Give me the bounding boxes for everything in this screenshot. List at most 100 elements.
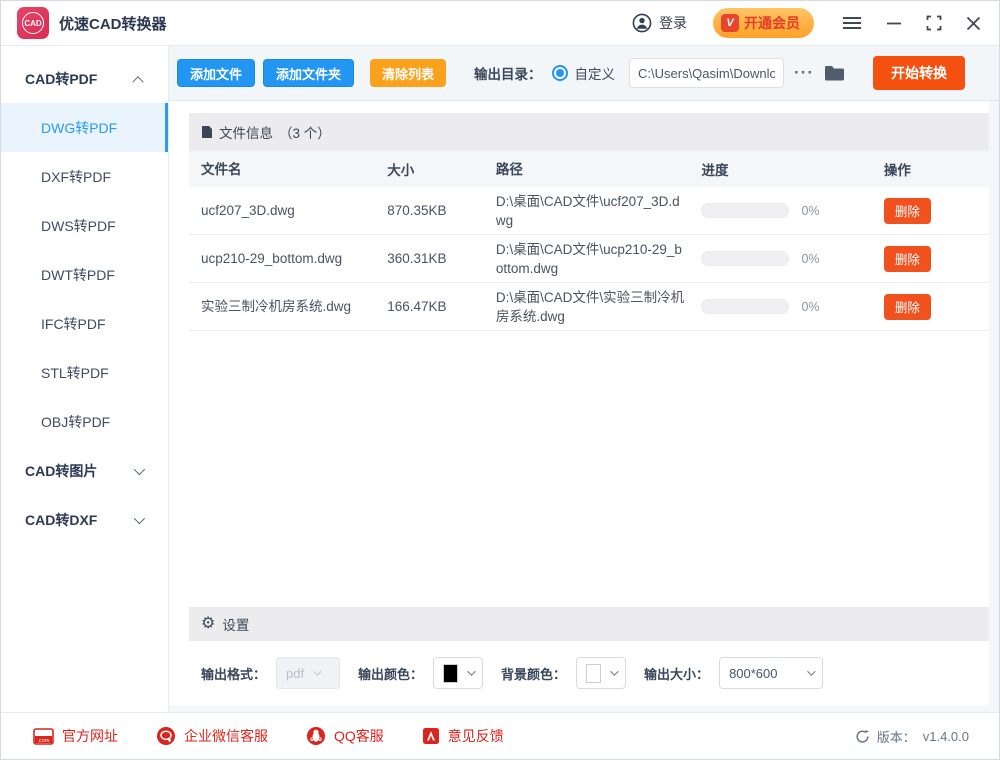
col-filename: 文件名: [201, 160, 387, 179]
chevron-down-icon: [313, 667, 321, 675]
feedback-icon: [422, 727, 440, 745]
menu-icon[interactable]: [842, 15, 862, 31]
output-color-select[interactable]: [433, 657, 483, 689]
table-header: 文件名 大小 路径 进度 操作: [189, 151, 989, 187]
group-label: CAD转DXF: [25, 510, 97, 530]
minimize-icon[interactable]: [886, 15, 902, 31]
clear-list-button[interactable]: 清除列表: [370, 59, 446, 87]
progress-value: 0%: [801, 300, 819, 314]
browse-more-button[interactable]: ···: [792, 63, 816, 83]
website-icon: .com: [33, 728, 54, 745]
sidebar-item-stl-to-pdf[interactable]: STL转PDF: [1, 348, 168, 397]
output-format-select[interactable]: pdf: [276, 657, 340, 689]
add-file-button[interactable]: 添加文件: [177, 59, 255, 87]
wechat-icon: [156, 726, 176, 746]
group-label: CAD转图片: [25, 461, 97, 481]
bg-color-label: 背景颜色：: [501, 664, 566, 683]
open-folder-icon[interactable]: [824, 65, 845, 82]
vip-icon: V: [721, 14, 739, 32]
gear-icon: ⚙: [201, 616, 215, 632]
qq-icon: [306, 726, 326, 746]
settings-row: 输出格式： pdf 输出颜色： 背景颜色：: [189, 641, 989, 705]
sidebar-item-dws-to-pdf[interactable]: DWS转PDF: [1, 201, 168, 250]
app-title: 优速CAD转换器: [59, 13, 167, 34]
user-icon: [632, 13, 652, 33]
file-size: 870.35KB: [387, 203, 496, 218]
add-folder-button[interactable]: 添加文件夹: [263, 59, 354, 87]
file-count: （3 个）: [279, 122, 331, 142]
qq-support-link[interactable]: QQ客服: [306, 726, 384, 746]
bg-color-select[interactable]: [576, 657, 626, 689]
sidebar-item-obj-to-pdf[interactable]: OBJ转PDF: [1, 397, 168, 446]
sidebar-item-label: STL转PDF: [41, 363, 109, 383]
sidebar-item-dxf-to-pdf[interactable]: DXF转PDF: [1, 152, 168, 201]
chevron-down-icon: [134, 463, 145, 474]
sidebar-group-cad-to-image[interactable]: CAD转图片: [1, 446, 168, 495]
table-row: ucp210-29_bottom.dwg 360.31KB D:\桌面\CAD文…: [189, 235, 989, 283]
open-vip-button[interactable]: V 开通会员: [713, 8, 814, 38]
sidebar-group-cad-to-dxf[interactable]: CAD转DXF: [1, 495, 168, 544]
file-path: D:\桌面\CAD文件\实验三制冷机房系统.dwg: [496, 288, 702, 326]
output-size-select[interactable]: 800*600: [719, 657, 823, 689]
delete-button[interactable]: 删除: [884, 198, 931, 224]
custom-dir-label: 自定义: [575, 63, 616, 83]
refresh-icon[interactable]: [855, 729, 870, 744]
document-icon: [201, 125, 213, 139]
file-info-header: 文件信息 （3 个）: [189, 113, 989, 151]
sidebar-group-cad-to-pdf[interactable]: CAD转PDF: [1, 54, 168, 103]
sidebar-item-ifc-to-pdf[interactable]: IFC转PDF: [1, 299, 168, 348]
output-dir-label: 输出目录：: [474, 63, 542, 83]
progress-bar: [701, 299, 789, 314]
sidebar-item-label: IFC转PDF: [41, 314, 106, 334]
table-row: 实验三制冷机房系统.dwg 166.47KB D:\桌面\CAD文件\实验三制冷…: [189, 283, 989, 331]
progress-value: 0%: [801, 204, 819, 218]
output-size-value: 800*600: [729, 666, 777, 681]
sidebar-item-dwt-to-pdf[interactable]: DWT转PDF: [1, 250, 168, 299]
titlebar: CAD 优速CAD转换器 登录 V 开通会员: [1, 1, 999, 46]
col-action: 操作: [884, 159, 977, 179]
chevron-down-icon: [467, 667, 475, 675]
feedback-link[interactable]: 意见反馈: [422, 726, 504, 746]
app-logo-icon: CAD: [17, 7, 49, 39]
delete-button[interactable]: 删除: [884, 246, 931, 272]
wechat-support-link[interactable]: 企业微信客服: [156, 726, 268, 746]
settings-title: 设置: [222, 614, 249, 634]
progress-bar: [701, 251, 789, 266]
color-swatch: [443, 664, 458, 683]
maximize-icon[interactable]: [926, 15, 942, 31]
file-name: ucp210-29_bottom.dwg: [201, 249, 387, 268]
sidebar-item-dwg-to-pdf[interactable]: DWG转PDF: [1, 103, 168, 152]
delete-button[interactable]: 删除: [884, 294, 931, 320]
version-value: v1.4.0.0: [923, 729, 969, 744]
svg-text:.com: .com: [38, 737, 50, 743]
output-color-label: 输出颜色：: [358, 664, 423, 683]
col-path: 路径: [496, 160, 702, 179]
start-convert-button[interactable]: 开始转换: [873, 56, 965, 90]
output-format-value: pdf: [286, 666, 304, 681]
chevron-up-icon: [132, 76, 143, 87]
close-icon[interactable]: [966, 16, 981, 31]
progress-value: 0%: [801, 252, 819, 266]
file-size: 360.31KB: [387, 251, 496, 266]
official-website-link[interactable]: .com 官方网址: [33, 726, 118, 746]
footer: .com 官方网址 企业微信客服 QQ客服: [1, 712, 999, 759]
file-path: D:\桌面\CAD文件\ucp210-29_bottom.dwg: [496, 240, 702, 278]
output-format-label: 输出格式：: [201, 664, 266, 683]
footer-link-label: 意见反馈: [448, 726, 504, 746]
chevron-down-icon: [134, 512, 145, 523]
login-button[interactable]: 登录: [632, 13, 687, 33]
sidebar-item-label: OBJ转PDF: [41, 412, 110, 432]
custom-dir-radio[interactable]: [552, 65, 568, 81]
progress-bar: [701, 203, 789, 218]
col-size: 大小: [387, 159, 496, 179]
sidebar-item-label: DWS转PDF: [41, 216, 116, 236]
toolbar: 添加文件 添加文件夹 清除列表 输出目录： 自定义 ··· 开始转换: [169, 46, 999, 101]
login-label: 登录: [659, 13, 687, 33]
color-swatch: [586, 664, 601, 683]
output-path-input[interactable]: [629, 58, 784, 88]
footer-link-label: 官方网址: [62, 726, 118, 746]
sidebar: CAD转PDF DWG转PDF DXF转PDF DWS转PDF DWT转PDF …: [1, 46, 169, 712]
settings-header: ⚙ 设置: [189, 607, 989, 641]
scrollbar-track[interactable]: [989, 101, 999, 712]
main-area: 添加文件 添加文件夹 清除列表 输出目录： 自定义 ··· 开始转换: [169, 46, 999, 712]
